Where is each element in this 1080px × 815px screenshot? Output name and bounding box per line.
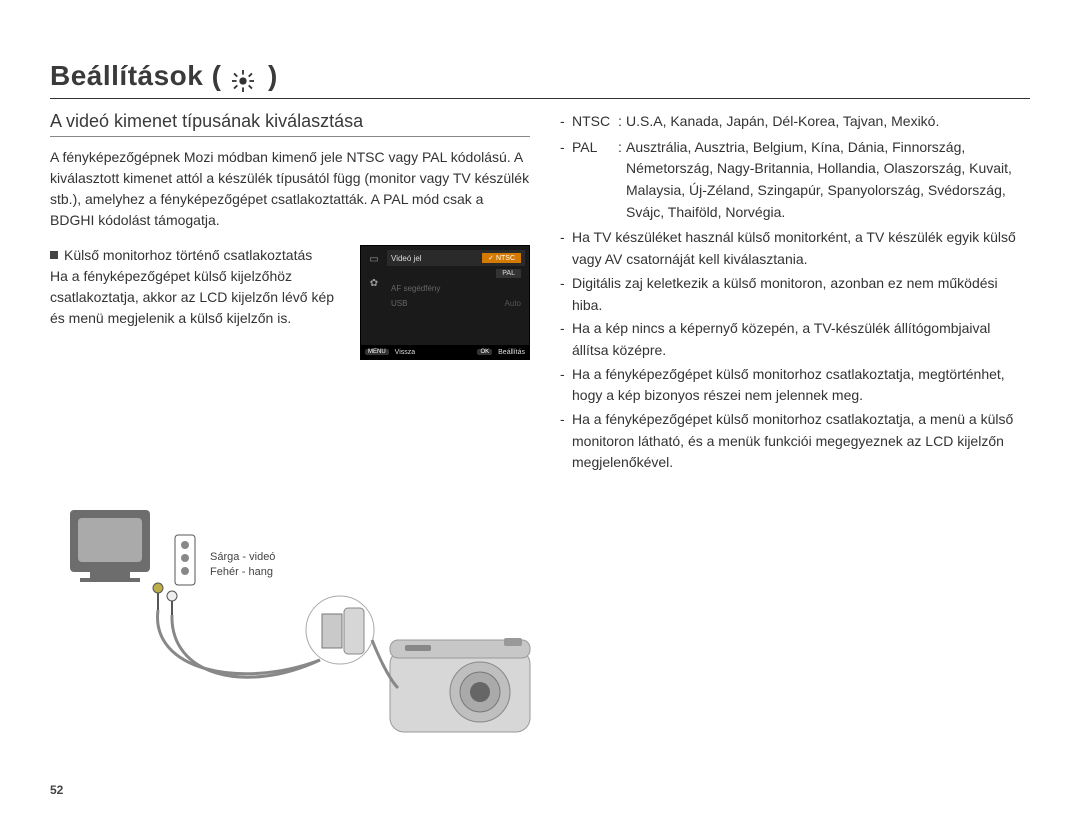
dash-icon: - <box>560 273 572 316</box>
square-bullet-icon <box>50 251 58 259</box>
connection-diagram: Sárga - videó Fehér - hang <box>60 510 540 770</box>
note-text: Ha a fényképezőgépet külső monitorhoz cs… <box>572 409 1030 474</box>
label-white: Fehér - hang <box>210 565 275 580</box>
def-pal: - PAL : Ausztrália, Ausztria, Belgium, K… <box>560 137 1030 224</box>
note-text: Ha a kép nincs a képernyő közepén, a TV-… <box>572 318 1030 361</box>
av-plug-icon <box>153 535 195 615</box>
connector-icon <box>306 596 374 664</box>
menu-row-label: Videó jel <box>391 254 422 263</box>
right-column: - NTSC : U.S.A, Kanada, Japán, Dél-Korea… <box>560 111 1030 474</box>
cable-path <box>158 610 320 674</box>
note-text: Ha TV készüléket használ külső monitorké… <box>572 227 1030 270</box>
gear-small-icon: ✿ <box>367 276 381 290</box>
title-suffix: ) <box>268 60 278 91</box>
menu-ok-btn: OK <box>477 349 492 355</box>
note-text: Digitális zaj keletkezik a külső monitor… <box>572 273 1030 316</box>
menu-left-icons: ▭ ✿ <box>365 252 383 341</box>
bullet-title: Külső monitorhoz történő csatlakoztatás <box>64 247 312 263</box>
dash-icon: - <box>560 409 572 474</box>
note-1: -Ha TV készüléket használ külső monitork… <box>560 227 1030 270</box>
content-columns: A videó kimenet típusának kiválasztása A… <box>50 111 1030 474</box>
external-monitor-text: Külső monitorhoz történő csatlakoztatás … <box>50 245 350 360</box>
dash-icon: - <box>560 137 572 224</box>
diagram-labels: Sárga - videó Fehér - hang <box>210 550 275 581</box>
menu-opt-pal: PAL <box>496 269 521 278</box>
manual-page: Beállítások ( ) <box>0 0 1080 815</box>
menu-row-label: USB <box>391 299 407 308</box>
note-2: -Digitális zaj keletkezik a külső monito… <box>560 273 1030 316</box>
menu-opt-ntsc: ✓ NTSC <box>482 253 521 263</box>
menu-row-af: AF segédfény <box>387 281 525 296</box>
menu-back-btn: MENU <box>365 349 389 355</box>
dash-icon: - <box>560 227 572 270</box>
display-icon: ▭ <box>367 252 381 266</box>
menu-footer: MENU Vissza OK Beállítás <box>361 345 529 359</box>
intro-paragraph: A fényképezőgépnek Mozi módban kimenő je… <box>50 147 530 231</box>
tv-icon <box>70 510 150 582</box>
dash-icon: - <box>560 111 572 133</box>
diagram-svg <box>60 510 540 770</box>
menu-row-options: ✓ NTSC <box>482 253 521 263</box>
section-subheader: A videó kimenet típusának kiválasztása <box>50 111 530 137</box>
menu-row-pal: PAL <box>387 266 525 281</box>
colon: : <box>618 111 626 133</box>
def-value: U.S.A, Kanada, Japán, Dél-Korea, Tajvan,… <box>626 111 1030 133</box>
menu-rows: Videó jel ✓ NTSC PAL AF segédfény <box>387 250 525 311</box>
label-yellow: Sárga - videó <box>210 550 275 565</box>
menu-back-label: Vissza <box>395 349 416 356</box>
gear-icon <box>232 67 254 89</box>
page-number: 52 <box>50 783 63 797</box>
left-column: A videó kimenet típusának kiválasztása A… <box>50 111 530 474</box>
def-ntsc: - NTSC : U.S.A, Kanada, Japán, Dél-Korea… <box>560 111 1030 133</box>
menu-ok-label: Beállítás <box>498 349 525 356</box>
menu-row-video: Videó jel ✓ NTSC <box>387 250 525 266</box>
menu-row-value: Auto <box>505 299 521 308</box>
dash-icon: - <box>560 364 572 407</box>
bullet-body: Ha a fényképezőgépet külső kijelzőhöz cs… <box>50 268 334 326</box>
page-header: Beállítások ( ) <box>50 60 1030 99</box>
camera-icon <box>390 638 530 732</box>
page-title: Beállítások ( ) <box>50 60 278 92</box>
dash-icon: - <box>560 318 572 361</box>
menu-row-usb: USB Auto <box>387 296 525 311</box>
def-value: Ausztrália, Ausztria, Belgium, Kína, Dán… <box>626 137 1030 224</box>
note-3: -Ha a kép nincs a képernyő közepén, a TV… <box>560 318 1030 361</box>
note-5: -Ha a fényképezőgépet külső monitorhoz c… <box>560 409 1030 474</box>
external-monitor-block: Külső monitorhoz történő csatlakoztatás … <box>50 245 530 360</box>
cable-path <box>172 615 320 677</box>
note-4: -Ha a fényképezőgépet külső monitorhoz c… <box>560 364 1030 407</box>
camera-menu-screenshot: ▭ ✿ Videó jel ✓ NTSC PAL <box>360 245 530 360</box>
title-prefix: Beállítások ( <box>50 60 221 91</box>
def-label: NTSC <box>572 111 618 133</box>
def-label: PAL <box>572 137 618 224</box>
note-text: Ha a fényképezőgépet külső monitorhoz cs… <box>572 364 1030 407</box>
menu-row-label: AF segédfény <box>391 284 440 293</box>
colon: : <box>618 137 626 224</box>
